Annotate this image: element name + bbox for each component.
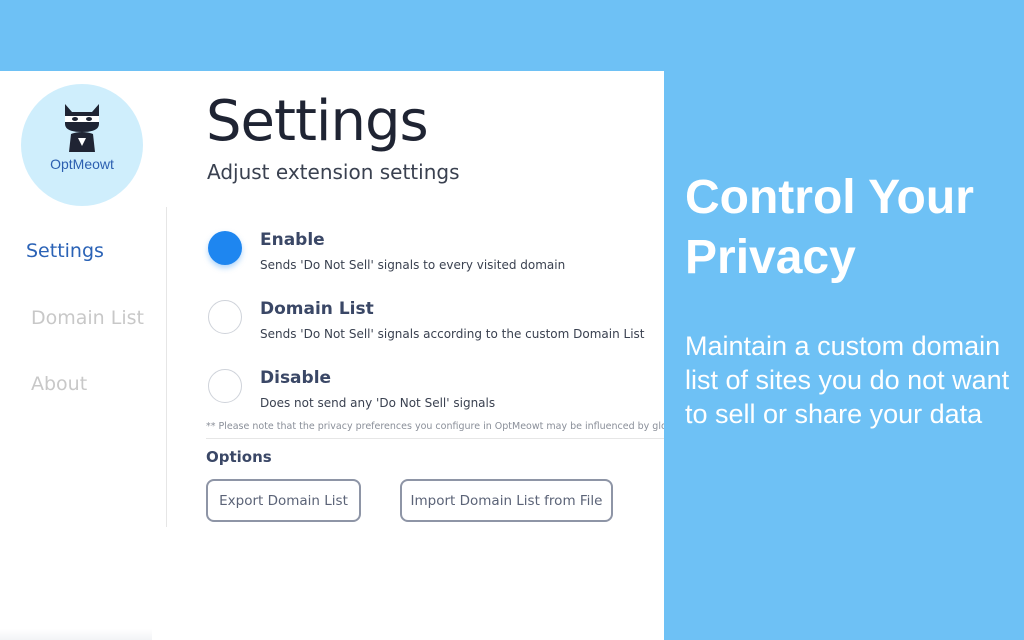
options-heading: Options (206, 448, 272, 466)
radio-disable[interactable] (208, 369, 242, 403)
sidebar-item-settings[interactable]: Settings (26, 240, 104, 262)
radio-domain-list[interactable] (208, 300, 242, 334)
promo-heading: Control Your Privacy (685, 171, 974, 284)
settings-panel: OptMeowt Settings Domain List About Sett… (0, 71, 664, 640)
options-divider (206, 438, 664, 439)
radio-enable[interactable] (208, 231, 242, 265)
export-domain-list-button[interactable]: Export Domain List (206, 479, 361, 522)
sidebar-item-about[interactable]: About (31, 373, 87, 395)
cat-icon (65, 104, 99, 152)
mode-label-enable: Enable (260, 230, 325, 250)
mode-label-domain-list: Domain List (260, 299, 374, 319)
sidebar-divider (166, 207, 167, 527)
import-domain-list-button[interactable]: Import Domain List from File (400, 479, 613, 522)
page-subtitle: Adjust extension settings (207, 160, 460, 184)
page-title: Settings (206, 89, 429, 154)
logo-text: OptMeowt (50, 156, 114, 172)
mode-description-domain-list: Sends 'Do Not Sell' signals according to… (260, 327, 645, 341)
bottom-edge (0, 629, 152, 640)
privacy-note: ** Please note that the privacy preferen… (206, 421, 664, 432)
promo-text: Maintain a custom domain list of sites y… (685, 331, 1010, 429)
sidebar-item-domain-list[interactable]: Domain List (31, 307, 144, 329)
mode-description-enable: Sends 'Do Not Sell' signals to every vis… (260, 258, 566, 272)
mode-label-disable: Disable (260, 368, 332, 388)
logo: OptMeowt (21, 84, 143, 206)
mode-description-disable: Does not send any 'Do Not Sell' signals (260, 396, 496, 410)
